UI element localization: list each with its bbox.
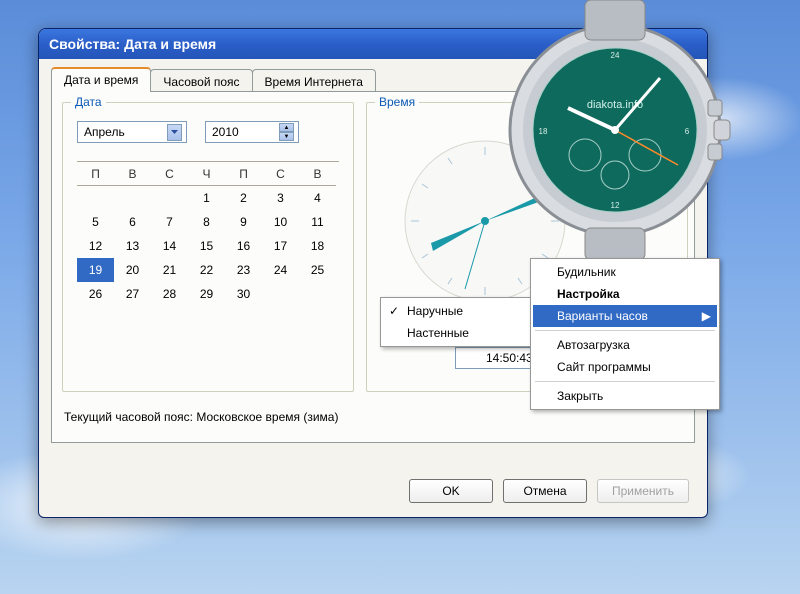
calendar-day[interactable]: 4 xyxy=(299,186,336,210)
month-select[interactable]: Апрель xyxy=(77,121,187,143)
menu-item-alarm[interactable]: Будильник xyxy=(533,261,717,283)
calendar-day[interactable]: 24 xyxy=(262,258,299,282)
menu-item-close[interactable]: Закрыть xyxy=(533,385,717,407)
tab-date-time[interactable]: Дата и время xyxy=(51,67,151,92)
ok-button[interactable]: OK xyxy=(409,479,493,503)
weekday-header: В xyxy=(299,162,336,186)
time-legend: Время xyxy=(375,95,419,109)
spin-down-icon[interactable]: ▼ xyxy=(279,132,294,141)
watch-variants-submenu: ✓ Наручные Настенные xyxy=(380,297,532,347)
chevron-down-icon[interactable] xyxy=(167,124,182,141)
menu-separator xyxy=(535,330,715,331)
menu-item-wristwatch[interactable]: ✓ Наручные xyxy=(383,300,529,322)
apply-button[interactable]: Применить xyxy=(597,479,689,503)
spin-up-icon[interactable]: ▲ xyxy=(279,123,294,132)
tab-strip: Дата и время Часовой пояс Время Интернет… xyxy=(39,59,707,91)
month-value: Апрель xyxy=(84,125,125,139)
calendar-day xyxy=(77,186,114,210)
cancel-button[interactable]: Отмена xyxy=(503,479,587,503)
calendar-day[interactable]: 28 xyxy=(151,282,188,306)
calendar-day[interactable]: 14 xyxy=(151,234,188,258)
calendar-day[interactable]: 6 xyxy=(114,210,151,234)
window-title: Свойства: Дата и время xyxy=(49,36,216,52)
year-spinner[interactable]: 2010 ▲ ▼ xyxy=(205,121,299,143)
dialog-buttons: OK Отмена Применить xyxy=(409,479,689,503)
calendar-day[interactable]: 23 xyxy=(225,258,262,282)
calendar-day xyxy=(114,186,151,210)
calendar-day[interactable]: 5 xyxy=(77,210,114,234)
calendar-day[interactable]: 11 xyxy=(299,210,336,234)
timezone-label: Текущий часовой пояс: Московское время (… xyxy=(64,410,338,424)
calendar-day[interactable]: 19 xyxy=(77,258,114,282)
calendar-day[interactable]: 10 xyxy=(262,210,299,234)
time-value: 14:50:43 xyxy=(486,351,533,365)
calendar-day[interactable]: 16 xyxy=(225,234,262,258)
weekday-header: С xyxy=(262,162,299,186)
calendar-day xyxy=(151,186,188,210)
calendar-day[interactable]: 13 xyxy=(114,234,151,258)
date-fieldset: Дата Апрель 2010 ▲ ▼ ПВСЧПСВ123456789101… xyxy=(62,102,354,392)
weekday-header: П xyxy=(225,162,262,186)
menu-item-settings[interactable]: Настройка xyxy=(533,283,717,305)
calendar-day[interactable]: 20 xyxy=(114,258,151,282)
titlebar[interactable]: Свойства: Дата и время xyxy=(39,29,707,59)
calendar-day[interactable]: 26 xyxy=(77,282,114,306)
check-icon: ✓ xyxy=(389,304,399,318)
menu-item-website[interactable]: Сайт программы xyxy=(533,356,717,378)
submenu-arrow-icon: ▶ xyxy=(702,309,711,323)
calendar-day[interactable]: 27 xyxy=(114,282,151,306)
calendar-day[interactable]: 2 xyxy=(225,186,262,210)
year-value: 2010 xyxy=(212,125,239,139)
calendar-day[interactable]: 30 xyxy=(225,282,262,306)
calendar-day[interactable]: 8 xyxy=(188,210,225,234)
calendar-day[interactable]: 21 xyxy=(151,258,188,282)
calendar-grid[interactable]: ПВСЧПСВ123456789101112131415161718192021… xyxy=(77,161,339,306)
watch-context-menu: Будильник Настройка Варианты часов ▶ Авт… xyxy=(530,258,720,410)
calendar-day[interactable]: 17 xyxy=(262,234,299,258)
calendar-day[interactable]: 29 xyxy=(188,282,225,306)
calendar-day[interactable]: 7 xyxy=(151,210,188,234)
calendar-day[interactable]: 12 xyxy=(77,234,114,258)
calendar-day[interactable]: 15 xyxy=(188,234,225,258)
calendar-day[interactable]: 25 xyxy=(299,258,336,282)
date-legend: Дата xyxy=(71,95,106,109)
weekday-header: П xyxy=(77,162,114,186)
calendar-day[interactable]: 22 xyxy=(188,258,225,282)
menu-item-autostart[interactable]: Автозагрузка xyxy=(533,334,717,356)
weekday-header: В xyxy=(114,162,151,186)
tab-internet-time[interactable]: Время Интернета xyxy=(252,69,376,93)
menu-item-wallclock[interactable]: Настенные xyxy=(383,322,529,344)
weekday-header: Ч xyxy=(188,162,225,186)
tab-timezone[interactable]: Часовой пояс xyxy=(150,69,252,93)
calendar-day xyxy=(262,282,299,306)
calendar-day xyxy=(299,282,336,306)
calendar-day[interactable]: 18 xyxy=(299,234,336,258)
weekday-header: С xyxy=(151,162,188,186)
calendar-day[interactable]: 9 xyxy=(225,210,262,234)
calendar-day[interactable]: 3 xyxy=(262,186,299,210)
menu-separator xyxy=(535,381,715,382)
menu-item-clock-variants[interactable]: Варианты часов ▶ xyxy=(533,305,717,327)
calendar-day[interactable]: 1 xyxy=(188,186,225,210)
